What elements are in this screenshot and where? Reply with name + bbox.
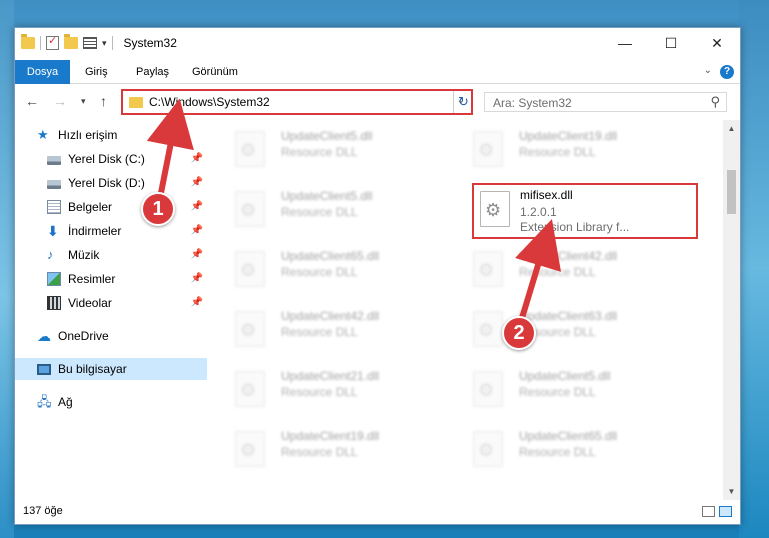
annotation-arrows	[146, 98, 562, 321]
arrow-to-highlighted-file	[515, 219, 562, 321]
step-callout-2: 2	[502, 316, 536, 350]
step-callout-1: 1	[141, 192, 175, 226]
arrow-to-address-bar	[146, 98, 194, 201]
